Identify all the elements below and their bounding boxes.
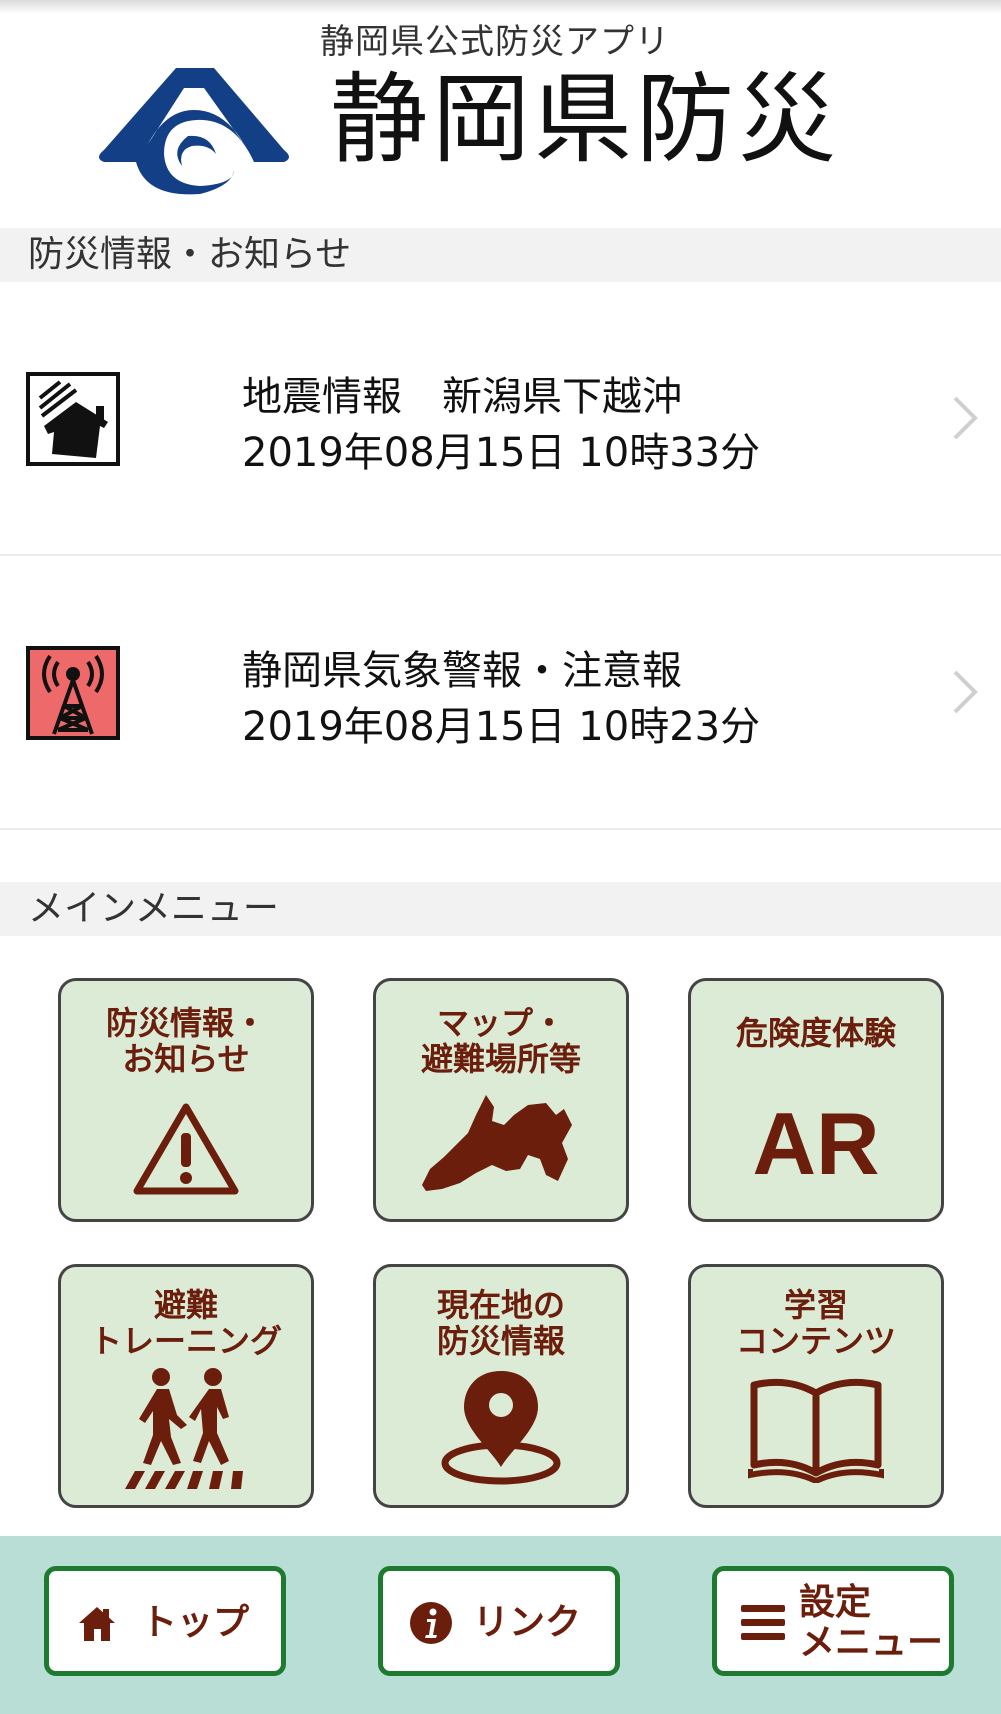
app-header: 静岡県公式防災アプリ 静岡県防災 [0, 0, 1001, 228]
menu-section-header: メインメニュー [0, 882, 1001, 936]
tile-label: 避難 トレーニング [89, 1286, 282, 1360]
menu-tile-disaster-info[interactable]: 防災情報・ お知らせ [58, 978, 314, 1222]
tile-label: 現在地の 防災情報 [436, 1286, 565, 1360]
hamburger-menu-icon [741, 1605, 785, 1640]
nav-link-label: リンク [473, 1602, 582, 1643]
menu-tile-current-location-info[interactable]: 現在地の 防災情報 [373, 1264, 629, 1508]
news-section-header: 防災情報・お知らせ [0, 228, 1001, 282]
chevron-right-icon [953, 670, 978, 714]
nav-settings-menu-button[interactable]: 設定 メニュー [712, 1566, 954, 1676]
warning-triangle-icon [133, 1103, 239, 1195]
menu-tile-map-shelters[interactable]: マップ・ 避難場所等 [373, 978, 629, 1222]
main-menu-grid: 防災情報・ お知らせ マップ・ 避難場所等 危険度体験 AR 避難 トレーニング… [0, 936, 1001, 1536]
tile-label: 学習 コンテンツ [735, 1286, 896, 1360]
app-logo-text: 静岡県防災 [330, 63, 841, 177]
news-date: 2019年08月15日 10時23分 [242, 704, 761, 750]
nav-top-button[interactable]: トップ [44, 1566, 286, 1676]
bottom-navigation: トップ リンク 設定 メニュー [0, 1536, 1001, 1714]
menu-tile-evacuation-training[interactable]: 避難 トレーニング [58, 1264, 314, 1508]
shizuoka-map-icon [422, 1095, 572, 1191]
tile-label: 危険度体験 [735, 1014, 896, 1052]
earthquake-house-icon [26, 372, 120, 466]
info-icon [410, 1602, 452, 1644]
walking-people-icon [125, 1368, 243, 1489]
ar-icon: AR [752, 1094, 880, 1193]
chevron-right-icon [953, 396, 978, 440]
tile-label: 防災情報・ お知らせ [105, 1004, 266, 1078]
app-subtitle: 静岡県公式防災アプリ [320, 22, 670, 62]
nav-top-label: トップ [141, 1602, 250, 1643]
open-book-icon [748, 1378, 884, 1483]
news-date: 2019年08月15日 10時33分 [242, 430, 761, 476]
nav-link-button[interactable]: リンク [378, 1566, 620, 1676]
location-pin-icon [441, 1371, 561, 1485]
news-item-earthquake[interactable]: 地震情報 新潟県下越沖 2019年08月15日 10時33分 [0, 284, 1001, 556]
news-title: 地震情報 新潟県下越沖 [242, 374, 682, 420]
tile-label: マップ・ 避難場所等 [420, 1004, 581, 1078]
news-item-weather-warning[interactable]: 静岡県気象警報・注意報 2019年08月15日 10時23分 [0, 558, 1001, 830]
nav-settings-label: 設定 メニュー [799, 1582, 944, 1663]
home-icon [79, 1607, 115, 1641]
menu-tile-learning-contents[interactable]: 学習 コンテンツ [688, 1264, 944, 1508]
news-title: 静岡県気象警報・注意報 [242, 648, 682, 694]
warning-tower-icon [26, 646, 120, 740]
shizuoka-logo-icon [99, 68, 289, 195]
menu-tile-risk-experience-ar[interactable]: 危険度体験 AR [688, 978, 944, 1222]
